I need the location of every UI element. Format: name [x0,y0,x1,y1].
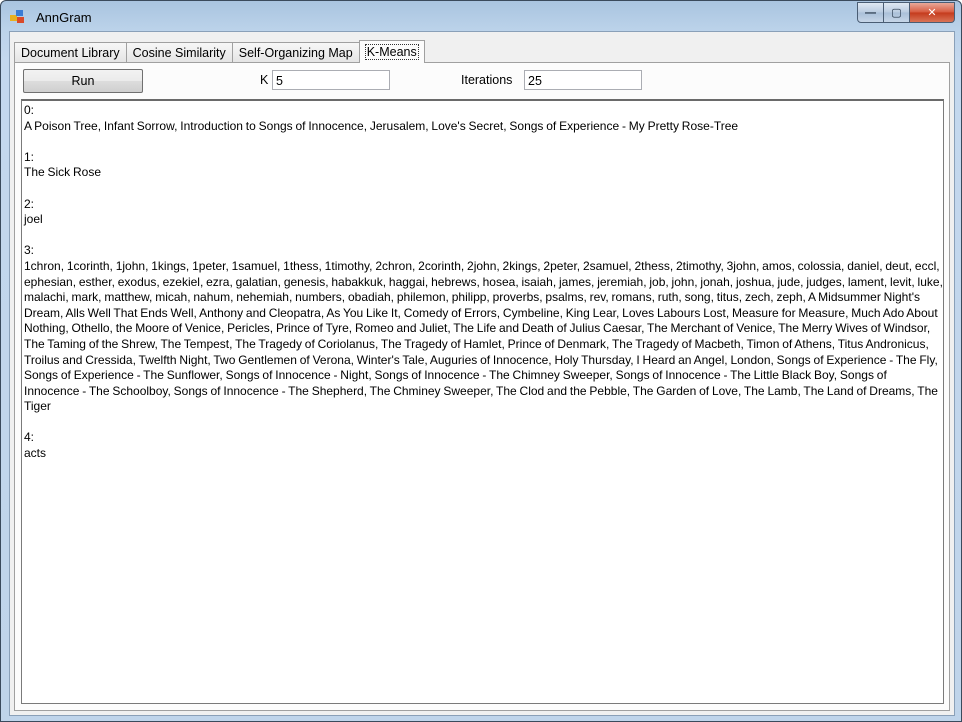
cluster-header: 4: [24,430,35,445]
cluster-block: 3: 1chron, 1corinth, 1john, 1kings, 1pete… [24,243,943,415]
results-textbox[interactable]: 0: A Poison Tree, Infant Sorrow, Introduc… [21,99,944,704]
run-button[interactable]: Run [23,69,143,93]
close-icon: ✕ [927,7,937,19]
window-title: AnnGram [36,10,92,25]
tab-strip: Document Library Cosine Similarity Self-… [14,40,425,63]
tab-label: Cosine Similarity [132,45,226,60]
maximize-button[interactable]: ▢ [884,2,910,23]
tab-k-means[interactable]: K-Means [358,40,425,63]
cluster-items: 1chron, 1corinth, 1john, 1kings, 1peter,… [24,258,943,414]
cluster-header: 2: [24,196,35,211]
client-area: Document Library Cosine Similarity Self-… [9,31,955,716]
cluster-items: A Poison Tree, Infant Sorrow, Introducti… [24,118,739,133]
cluster-block: 0: A Poison Tree, Infant Sorrow, Introduc… [24,103,943,134]
cluster-block: 1: The Sick Rose [24,150,943,181]
cluster-items: The Sick Rose [24,165,102,180]
cluster-header: 0: [24,103,35,117]
tab-cosine-similarity[interactable]: Cosine Similarity [125,42,233,62]
iterations-input[interactable]: 25 [524,70,642,90]
caption-buttons: — ▢ ✕ [857,2,955,23]
k-input[interactable]: 5 [272,70,390,90]
minimize-button[interactable]: — [857,2,884,23]
cluster-block: 4: acts [24,430,943,461]
app-window: AnnGram — ▢ ✕ Document Library Cosine Si… [0,0,962,722]
tab-label: K-Means [364,44,419,60]
iterations-label: Iterations [461,73,513,87]
cluster-items: acts [24,446,47,461]
app-icon [10,10,26,24]
k-means-page: Run K 5 Iterations 25 0: A Poison Tree, I… [14,62,950,711]
tab-self-organizing-map[interactable]: Self-Organizing Map [231,42,360,62]
tab-label: Self-Organizing Map [238,45,353,60]
cluster-header: 3: [24,243,35,258]
minimize-icon: — [865,6,876,19]
tab-document-library[interactable]: Document Library [14,42,127,62]
cluster-header: 1: [24,149,35,164]
k-label: K [260,73,269,87]
cluster-items: joel [24,212,43,227]
title-bar[interactable]: AnnGram — ▢ ✕ [1,1,961,31]
close-button[interactable]: ✕ [910,2,955,23]
maximize-icon: ▢ [891,7,902,19]
cluster-block: 2: joel [24,197,943,228]
tab-label: Document Library [21,45,120,60]
